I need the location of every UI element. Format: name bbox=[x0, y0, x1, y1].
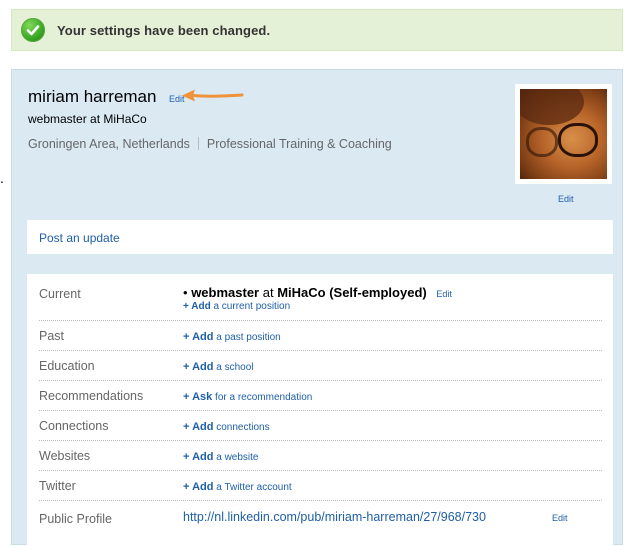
avatar bbox=[520, 89, 607, 179]
row-connections: Connections + Add connections bbox=[39, 410, 602, 441]
row-label: Websites bbox=[39, 449, 91, 463]
pointer-arrow-icon bbox=[182, 89, 244, 102]
profile-name: miriam harreman bbox=[28, 87, 157, 106]
add-website-link[interactable]: + Add a website bbox=[183, 451, 259, 463]
current-position: • webmaster at MiHaCo (Self-employed) Ed… bbox=[183, 285, 452, 300]
row-current: Current • webmaster at MiHaCo (Self-empl… bbox=[39, 274, 602, 321]
row-education: Education + Add a school bbox=[39, 350, 602, 381]
add-current-position-link[interactable]: + Add a current position bbox=[183, 301, 290, 312]
profile-industry: Professional Training & Coaching bbox=[206, 137, 392, 151]
profile-details: Current • webmaster at MiHaCo (Self-empl… bbox=[27, 274, 613, 546]
post-update-link[interactable]: Post an update bbox=[39, 231, 120, 245]
row-label: Education bbox=[39, 359, 95, 373]
row-label: Connections bbox=[39, 419, 109, 433]
row-past: Past + Add a past position bbox=[39, 320, 602, 351]
profile-photo[interactable] bbox=[515, 84, 612, 184]
row-recommendations: Recommendations + Ask for a recommendati… bbox=[39, 380, 602, 411]
stray-dot: . bbox=[0, 170, 4, 186]
row-label: Past bbox=[39, 329, 65, 343]
meta-divider bbox=[197, 137, 199, 150]
row-twitter: Twitter + Add a Twitter account bbox=[39, 470, 602, 501]
add-past-position-link[interactable]: + Add a past position bbox=[183, 331, 281, 343]
profile-headline: webmaster at MiHaCo bbox=[28, 112, 147, 126]
check-circle-icon bbox=[21, 18, 45, 42]
success-banner: Your settings have been changed. bbox=[11, 9, 623, 51]
add-connections-link[interactable]: + Add connections bbox=[183, 421, 270, 433]
ask-recommendation-link[interactable]: + Ask for a recommendation bbox=[183, 391, 312, 403]
row-label: Recommendations bbox=[39, 389, 144, 403]
row-public-profile: Public Profile http://nl.linkedin.com/pu… bbox=[39, 500, 602, 534]
profile-location: Groningen Area, Netherlands bbox=[28, 137, 190, 151]
row-label: Twitter bbox=[39, 479, 76, 493]
success-message: Your settings have been changed. bbox=[57, 22, 271, 38]
profile-panel: miriam harreman Edit webmaster at MiHaCo… bbox=[11, 69, 623, 546]
edit-photo-link[interactable]: Edit bbox=[558, 194, 574, 204]
add-twitter-link[interactable]: + Add a Twitter account bbox=[183, 481, 292, 493]
row-label: Public Profile bbox=[39, 512, 112, 526]
profile-meta: Groningen Area, Netherlands Professional … bbox=[28, 137, 392, 151]
row-label: Current bbox=[39, 287, 81, 301]
add-school-link[interactable]: + Add a school bbox=[183, 361, 254, 373]
post-update-box: Post an update bbox=[27, 220, 613, 254]
public-profile-url-link[interactable]: http://nl.linkedin.com/pub/miriam-harrem… bbox=[183, 510, 486, 524]
edit-public-profile-link[interactable]: Edit bbox=[552, 513, 568, 523]
row-websites: Websites + Add a website bbox=[39, 440, 602, 471]
edit-current-link[interactable]: Edit bbox=[436, 289, 452, 299]
